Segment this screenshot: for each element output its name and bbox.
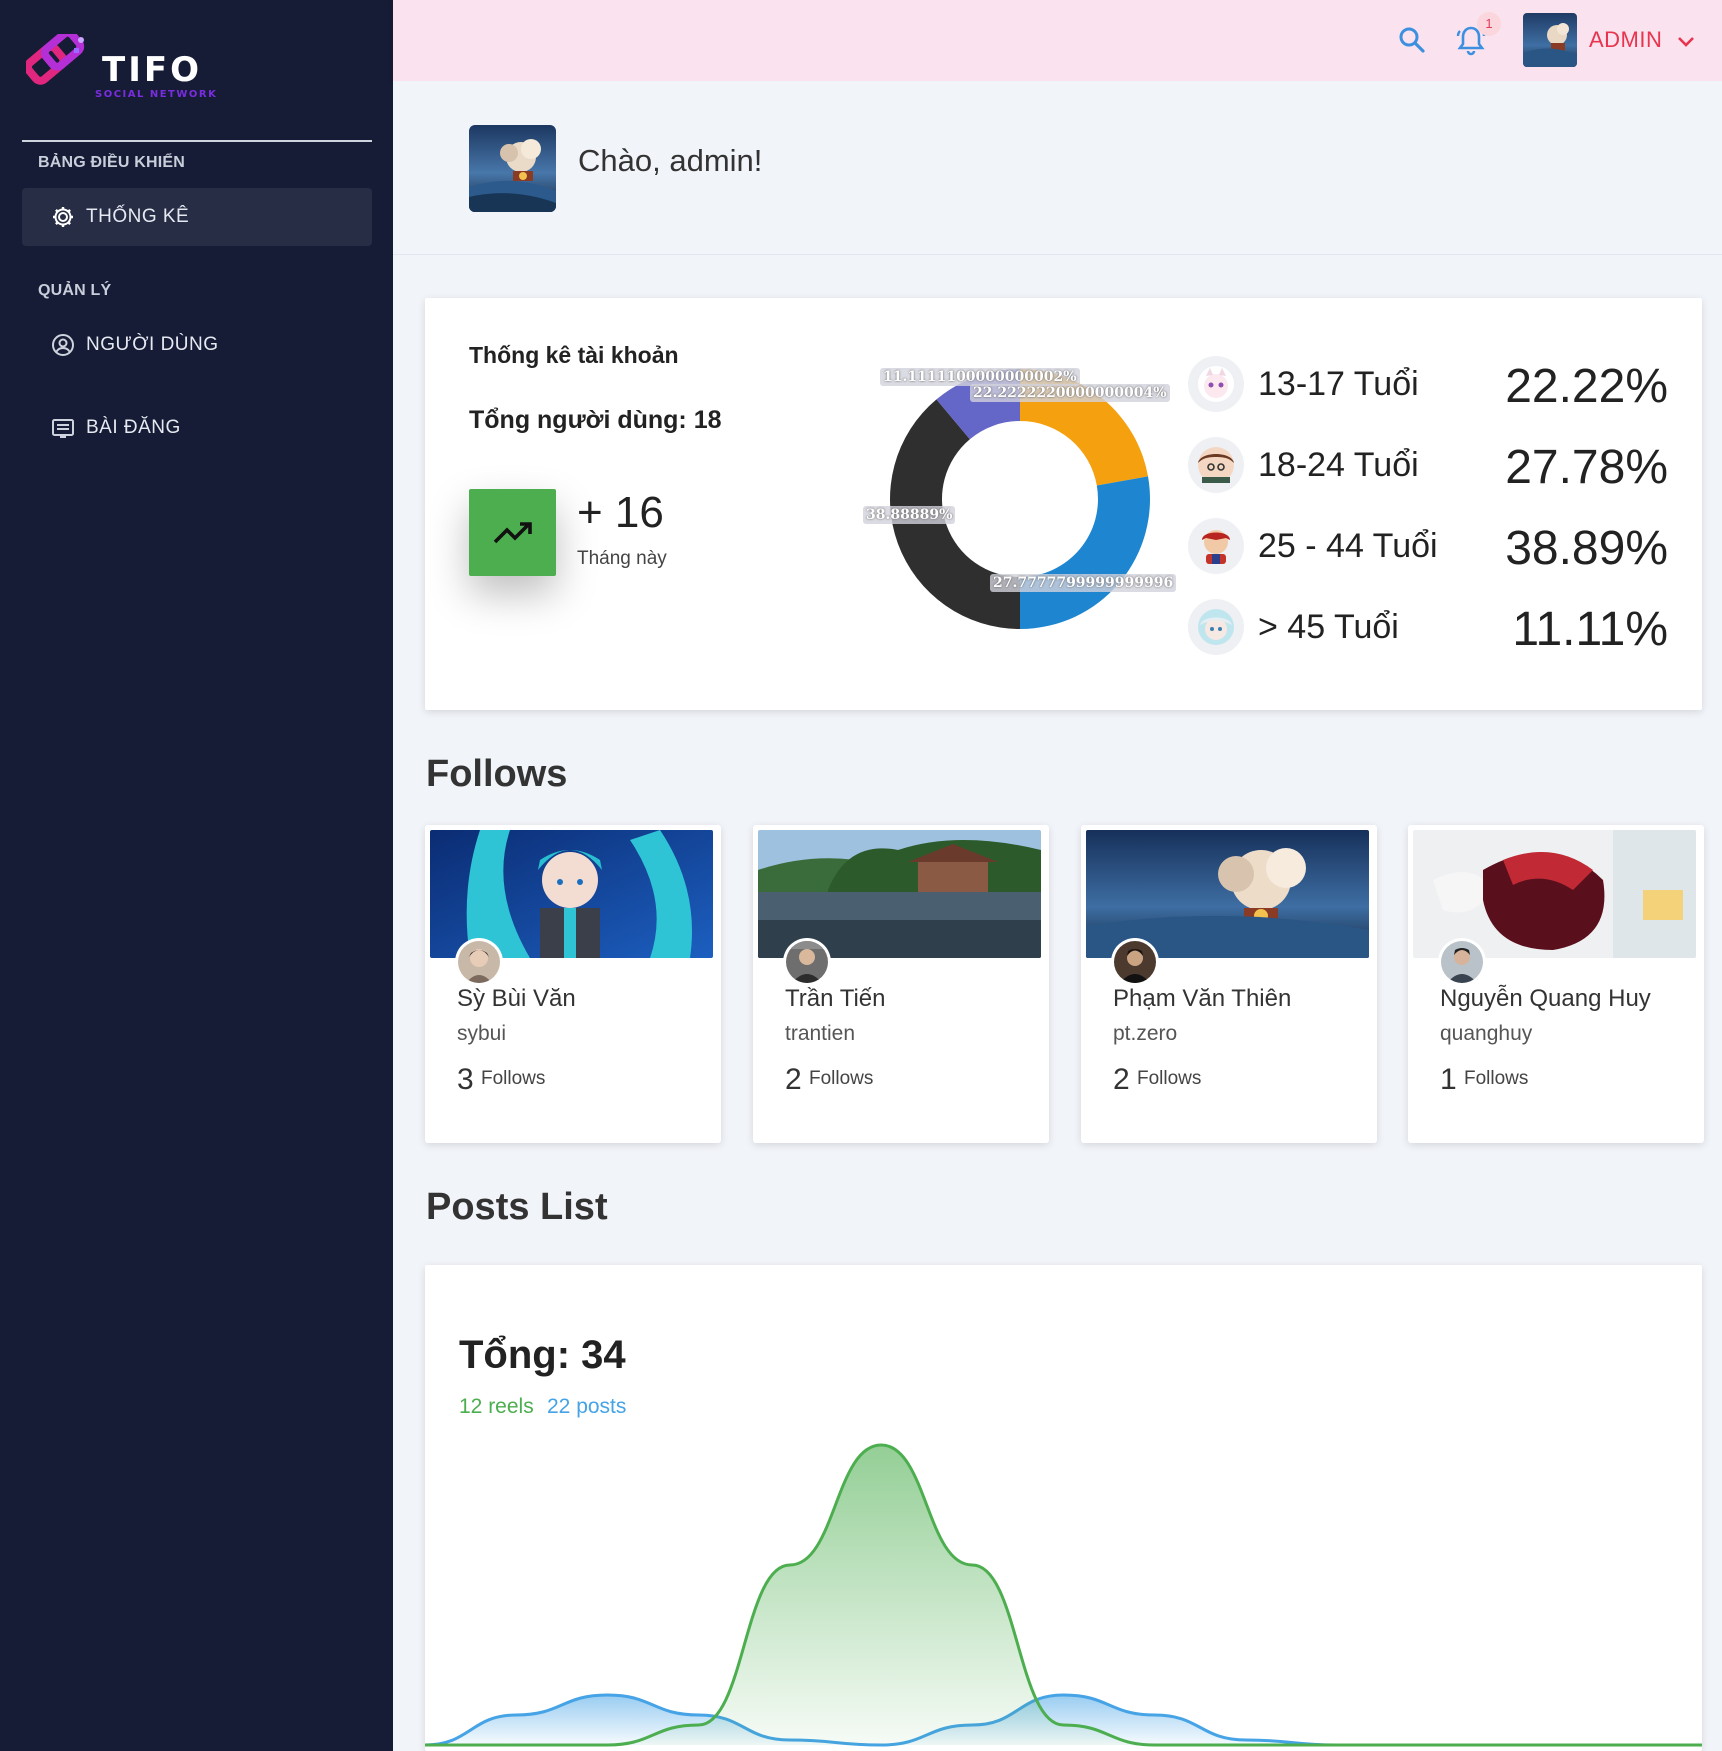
- follow-username: trantien: [785, 1022, 856, 1045]
- brand-tagline: SOCIAL NETWORK: [95, 89, 218, 100]
- user-name[interactable]: ADMIN: [1589, 27, 1662, 53]
- posts-area-chart: [425, 1443, 1702, 1747]
- sidebar-divider: [22, 140, 372, 142]
- follow-count-label: Follows: [481, 1068, 546, 1089]
- stats-title: Thống kê tài khoản: [469, 342, 679, 368]
- section-manage-label: QUẢN LÝ: [38, 282, 112, 299]
- chevron-down-icon[interactable]: [1675, 30, 1697, 52]
- welcome-banner: Chào, admin!: [393, 81, 1722, 255]
- follow-card[interactable]: Phạm Văn Thiên pt.zero 2 Follows: [1081, 825, 1377, 1143]
- age-label: > 45 Tuổi: [1258, 608, 1399, 646]
- avatar[interactable]: [1523, 13, 1577, 67]
- sidebar-item-posts[interactable]: BÀI ĐĂNG: [22, 399, 372, 457]
- sidebar-item-label: NGƯỜI DÙNG: [86, 334, 219, 355]
- follow-count-label: Follows: [1464, 1068, 1529, 1089]
- age-label: 13-17 Tuổi: [1258, 365, 1419, 403]
- age-label: 25 - 44 Tuổi: [1258, 527, 1438, 565]
- trending-up-icon: [493, 522, 532, 544]
- age-row: 18-24 Tuổi 27.78%: [1188, 434, 1668, 494]
- follow-card[interactable]: Nguyễn Quang Huy quanghuy 1 Follows: [1408, 825, 1704, 1143]
- donut-slice-label: 11.1111100000000002%: [880, 368, 1080, 386]
- follow-name[interactable]: Trần Tiến: [785, 985, 886, 1013]
- follow-username: sybui: [457, 1022, 507, 1045]
- user-circle-icon: [50, 332, 76, 358]
- sidebar-item-statistics[interactable]: THỐNG KÊ: [22, 188, 372, 246]
- sidebar-item-label: THỐNG KÊ: [86, 206, 190, 227]
- age-group-avatar-icon: [1188, 599, 1244, 655]
- age-percent: 27.78%: [1505, 441, 1668, 494]
- avatar[interactable]: [783, 938, 831, 986]
- age-percent: 11.11%: [1512, 603, 1668, 656]
- age-row: 13-17 Tuổi 22.22%: [1188, 353, 1668, 413]
- donut-slice-label: 38.88889%: [863, 506, 956, 524]
- follow-count: 2: [1113, 1063, 1130, 1096]
- posts-total: Tổng: 34: [459, 1333, 626, 1377]
- avatar[interactable]: [1438, 938, 1486, 986]
- age-row: 25 - 44 Tuổi 38.89%: [1188, 515, 1668, 575]
- growth-badge: [469, 489, 556, 576]
- follow-name[interactable]: Nguyễn Quang Huy: [1440, 985, 1651, 1013]
- gear-icon: [50, 204, 76, 230]
- follow-card[interactable]: Trần Tiến trantien 2 Follows: [753, 825, 1049, 1143]
- age-group-avatar-icon: [1188, 437, 1244, 493]
- follows-heading: Follows: [426, 753, 568, 795]
- follow-name[interactable]: Sỳ Bùi Văn: [457, 985, 576, 1013]
- avatar[interactable]: [1111, 938, 1159, 986]
- donut-slice-label: 27.7777799999999996: [990, 574, 1177, 592]
- age-group-avatar-icon: [1188, 356, 1244, 412]
- avatar: [469, 125, 556, 212]
- top-bar: 1 ADMIN: [393, 0, 1722, 81]
- follow-card[interactable]: Sỳ Bùi Văn sybui 3 Follows: [425, 825, 721, 1143]
- account-stats-card: Thống kê tài khoản Tổng người dùng: 18 +…: [425, 298, 1702, 710]
- follow-count: 2: [785, 1063, 802, 1096]
- sidebar: TIFO SOCIAL NETWORK BẢNG ĐIỀU KHIỂN THỐN…: [0, 0, 393, 1751]
- follow-count: 1: [1440, 1063, 1457, 1096]
- section-dashboard-label: BẢNG ĐIỀU KHIỂN: [38, 154, 186, 171]
- notification-badge: 1: [1477, 12, 1501, 36]
- follow-name[interactable]: Phạm Văn Thiên: [1113, 985, 1291, 1013]
- posts-heading: Posts List: [426, 1186, 608, 1228]
- posts-card: Tổng: 34 12 reels 22 posts: [425, 1265, 1702, 1751]
- avatar[interactable]: [455, 938, 503, 986]
- follow-count-label: Follows: [1137, 1068, 1202, 1089]
- sidebar-item-users[interactable]: NGƯỜI DÙNG: [22, 316, 372, 374]
- age-label: 18-24 Tuổi: [1258, 446, 1419, 484]
- donut-slice[interactable]: [1020, 476, 1150, 629]
- follow-username: quanghuy: [1440, 1022, 1533, 1045]
- age-percent: 38.89%: [1505, 522, 1668, 575]
- brand-name: TIFO: [102, 50, 202, 90]
- follow-count-label: Follows: [809, 1068, 874, 1089]
- total-users: Tổng người dùng: 18: [469, 406, 722, 434]
- sidebar-item-label: BÀI ĐĂNG: [86, 417, 181, 438]
- reels-count: 12 reels: [459, 1395, 534, 1418]
- search-icon[interactable]: [1396, 24, 1428, 56]
- welcome-text: Chào, admin!: [578, 143, 763, 178]
- age-percent: 22.22%: [1505, 360, 1668, 413]
- donut-slice-label: 22.2222220000000004%: [970, 384, 1170, 402]
- follow-username: pt.zero: [1113, 1022, 1178, 1045]
- growth-value: + 16: [577, 488, 664, 537]
- post-list-icon: [50, 415, 76, 441]
- age-row: > 45 Tuổi 11.11%: [1188, 596, 1668, 656]
- follow-count: 3: [457, 1063, 474, 1096]
- growth-label: Tháng này: [577, 548, 667, 569]
- age-group-avatar-icon: [1188, 518, 1244, 574]
- posts-count: 22 posts: [547, 1395, 627, 1418]
